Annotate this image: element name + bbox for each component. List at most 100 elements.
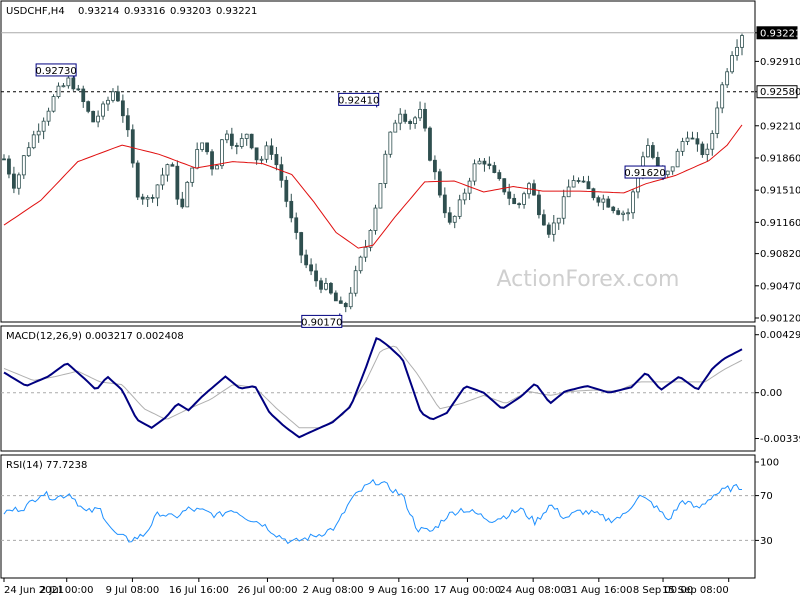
candle-body bbox=[655, 157, 660, 167]
candle bbox=[428, 126, 432, 162]
candle-body bbox=[91, 110, 96, 123]
candle-body bbox=[423, 108, 427, 129]
candle-body bbox=[215, 165, 219, 170]
time-axis-label: 9 Aug 16:00 bbox=[368, 585, 429, 596]
annotation-label: 0.92730 bbox=[35, 66, 76, 77]
candle-body bbox=[482, 160, 487, 165]
candle-body bbox=[51, 96, 56, 112]
candle-body bbox=[358, 256, 363, 272]
candle-body bbox=[304, 254, 309, 266]
candle-body bbox=[477, 160, 482, 165]
candle-body bbox=[249, 133, 254, 149]
candle-body bbox=[353, 270, 358, 294]
candle-body bbox=[12, 173, 16, 189]
candle-body bbox=[517, 203, 522, 206]
candle-body bbox=[348, 292, 353, 308]
candle-body bbox=[551, 222, 556, 235]
candle-body bbox=[170, 164, 175, 167]
candle bbox=[537, 191, 541, 219]
candle-body bbox=[16, 174, 21, 189]
candle-body bbox=[512, 197, 517, 205]
candle bbox=[383, 150, 388, 189]
time-axis-label: 9 Jul 08:00 bbox=[106, 585, 160, 596]
candle-body bbox=[437, 171, 442, 196]
candle-body bbox=[338, 300, 343, 304]
candle-body bbox=[398, 113, 403, 124]
chart-canvas: ActionForex.com USDCHF,H4 0.93214 0.9331… bbox=[0, 0, 800, 600]
annotation-label: 0.92410 bbox=[338, 95, 379, 106]
candle-body bbox=[487, 163, 492, 166]
candle-body bbox=[368, 230, 373, 248]
rsi-label: RSI(14) 77.7238 bbox=[6, 460, 87, 471]
candle-body bbox=[561, 196, 566, 219]
candle-body bbox=[180, 198, 185, 208]
candle-body bbox=[314, 270, 318, 282]
price-axis-label: 0.91160 bbox=[760, 218, 800, 229]
candle-body bbox=[26, 147, 31, 157]
candle-body bbox=[403, 113, 408, 122]
candle-body bbox=[541, 214, 546, 226]
candle-body bbox=[378, 183, 383, 209]
price-axis-label: 0.92210 bbox=[760, 121, 800, 132]
candle-body bbox=[264, 145, 269, 160]
candle-body bbox=[606, 198, 611, 208]
candle bbox=[51, 94, 56, 113]
candle-body bbox=[234, 145, 239, 147]
candle-body bbox=[274, 154, 279, 166]
candle-body bbox=[61, 85, 66, 88]
candle bbox=[135, 160, 140, 201]
candle-body bbox=[690, 137, 695, 140]
candle-body bbox=[685, 137, 690, 142]
candle-body bbox=[46, 110, 51, 122]
price-axis-label: 0.90820 bbox=[760, 249, 800, 260]
candle-body bbox=[393, 122, 398, 133]
candle-body bbox=[462, 192, 467, 201]
candle-body bbox=[56, 85, 61, 97]
candle-body bbox=[735, 46, 739, 56]
candle-body bbox=[492, 165, 497, 173]
candle-body bbox=[631, 191, 635, 214]
price-axis-label: 0.92910 bbox=[760, 57, 800, 68]
candle-body bbox=[130, 129, 135, 164]
candle-body bbox=[705, 148, 710, 156]
candle-body bbox=[86, 101, 91, 112]
candle-body bbox=[150, 197, 155, 199]
candle-body bbox=[21, 155, 26, 176]
rsi-axis-label: 70 bbox=[760, 491, 773, 502]
candle-body bbox=[665, 170, 670, 176]
candle-body bbox=[309, 264, 313, 272]
candle-body bbox=[195, 149, 200, 169]
candle bbox=[353, 265, 358, 297]
time-axis-label: 15 Sep 08:00 bbox=[662, 585, 729, 596]
close-value: 0.93221 bbox=[216, 6, 257, 17]
candle-body bbox=[715, 107, 720, 134]
candle-body bbox=[680, 141, 685, 152]
time-axis-label: 2 Aug 08:00 bbox=[303, 585, 364, 596]
candle-body bbox=[200, 142, 205, 150]
time-axis-label: 24 Aug 08:00 bbox=[499, 585, 566, 596]
candle-body bbox=[388, 131, 393, 155]
candle-body bbox=[145, 197, 150, 200]
candle-body bbox=[413, 117, 418, 124]
candle bbox=[675, 148, 680, 168]
candle bbox=[220, 139, 224, 170]
candle-body bbox=[125, 115, 130, 131]
candle-body bbox=[299, 232, 304, 256]
candle-body bbox=[7, 158, 11, 175]
candle-body bbox=[76, 88, 81, 91]
candle bbox=[388, 131, 393, 158]
candle bbox=[358, 255, 363, 274]
candle-body bbox=[284, 179, 289, 202]
price-annotation: 0.90170 bbox=[301, 313, 342, 328]
candle-body bbox=[576, 180, 581, 182]
symbol-label: USDCHF,H4 bbox=[6, 6, 65, 17]
candle-body bbox=[205, 142, 209, 153]
candle-body bbox=[229, 133, 234, 146]
price-annotation: 0.91620 bbox=[624, 165, 666, 181]
candle-body bbox=[71, 77, 76, 90]
candle-body bbox=[442, 194, 447, 214]
price-axis-label: 0.90470 bbox=[760, 281, 800, 292]
candle-body bbox=[507, 191, 512, 199]
candle bbox=[130, 124, 135, 168]
candle bbox=[91, 110, 96, 123]
